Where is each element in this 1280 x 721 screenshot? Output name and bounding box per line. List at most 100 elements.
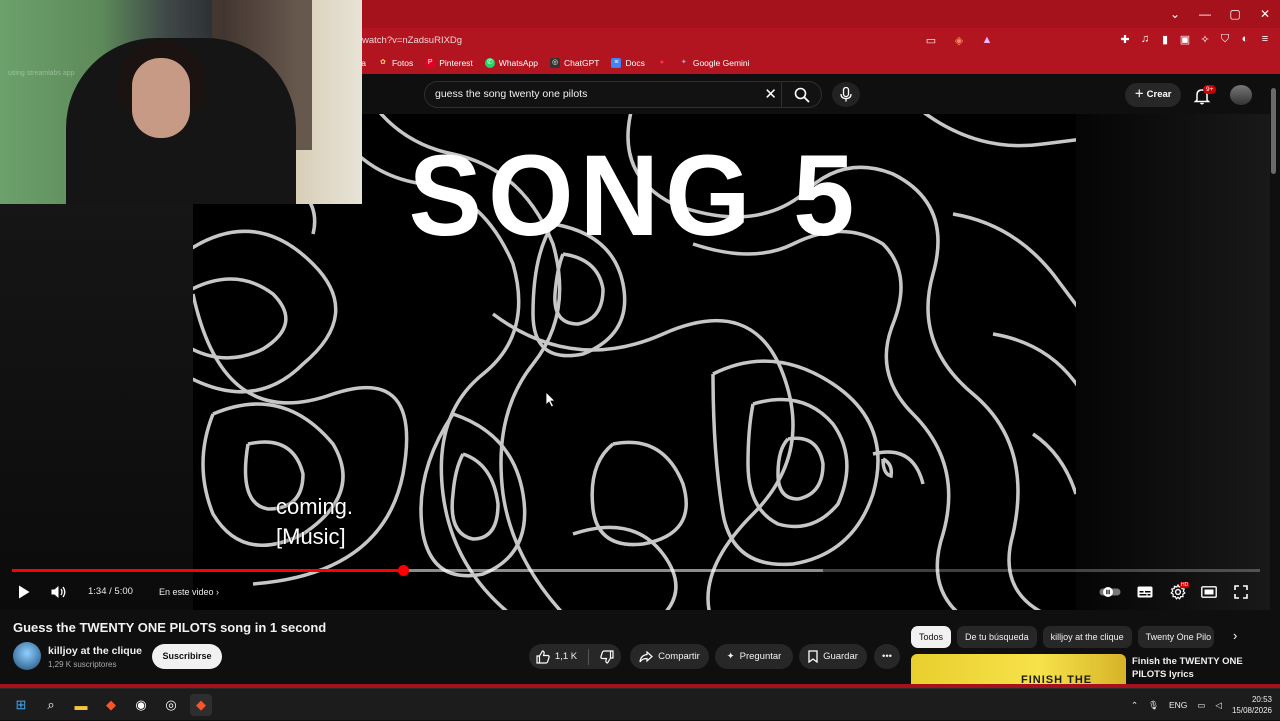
ask-label: Preguntar xyxy=(739,651,782,662)
bookmark-label: WhatsApp xyxy=(498,58,539,68)
maximize-button[interactable]: ▢ xyxy=(1220,0,1250,28)
bookmark-icon xyxy=(808,650,818,663)
tab-search-button[interactable]: ⌄ xyxy=(1160,0,1190,28)
sidebar-icon[interactable]: ▮ xyxy=(1158,31,1172,47)
speaker-icon[interactable]: ◁ xyxy=(1215,700,1222,711)
share-button[interactable]: Compartir xyxy=(630,644,709,669)
search-input[interactable]: guess the song twenty one pilots xyxy=(435,82,587,107)
bookmark-gemini[interactable]: ✦ Google Gemini xyxy=(679,55,750,71)
chip-channel[interactable]: killjoy at the clique xyxy=(1042,626,1132,648)
obs-icon[interactable]: ◎ xyxy=(160,694,182,716)
create-button[interactable]: ＋ Crear xyxy=(1125,83,1181,107)
minimize-button[interactable]: — xyxy=(1190,0,1220,28)
brave-shields-icon[interactable]: ◈ xyxy=(950,32,968,48)
subtitles-button[interactable] xyxy=(1135,582,1155,602)
voice-search-button[interactable] xyxy=(832,82,860,107)
extensions-icon[interactable]: ✚ xyxy=(1118,31,1132,47)
chevron-up-icon[interactable]: ⌃ xyxy=(1131,700,1138,711)
chevron-right-icon[interactable]: › xyxy=(1233,628,1237,643)
close-button[interactable]: ✕ xyxy=(1250,0,1280,28)
channel-avatar[interactable] xyxy=(13,642,41,670)
recommended-video-title[interactable]: Finish the TWENTY ONE PILOTS lyrics xyxy=(1132,655,1262,681)
thumbs-down-icon[interactable] xyxy=(600,649,614,664)
extension-toolbar: ✚ ♫ ▮ ▣ ✧ ⛉ ◐ ≡ xyxy=(1118,31,1272,47)
wallet-icon[interactable]: ▣ xyxy=(1178,31,1192,47)
theater-mode-button[interactable] xyxy=(1199,582,1219,602)
docs-icon: ≡ xyxy=(611,58,622,68)
window-controls: ⌄ — ▢ ✕ xyxy=(1160,0,1280,28)
brave-browser-active-icon[interactable]: ◆ xyxy=(190,694,212,716)
subscriber-count: 1,29 K suscriptores xyxy=(48,660,117,669)
subscribe-button[interactable]: Suscribirse xyxy=(152,644,222,669)
microphone-icon[interactable]: 🎙︎ xyxy=(1148,700,1159,711)
bookmark-chatgpt[interactable]: ◎ ChatGPT xyxy=(550,55,599,71)
settings-button[interactable]: HD xyxy=(1167,582,1190,602)
like-button[interactable]: 1,1 K xyxy=(536,649,577,664)
bookmark-label: Fotos xyxy=(391,58,414,68)
search-icon xyxy=(794,87,810,103)
cast-icon[interactable]: ▭ xyxy=(922,32,940,48)
bookmark-unnamed[interactable]: ● xyxy=(657,55,667,71)
menu-icon[interactable]: ≡ xyxy=(1258,31,1272,47)
play-icon xyxy=(19,585,30,599)
bookmark-pinterest[interactable]: P Pinterest xyxy=(425,55,473,71)
progress-played xyxy=(12,569,403,572)
network-icon[interactable]: ▭ xyxy=(1197,700,1205,711)
create-label: Crear xyxy=(1146,89,1172,100)
chip-from-search[interactable]: De tu búsqueda xyxy=(957,626,1037,648)
windows-start-icon[interactable]: ⊞ xyxy=(10,694,32,716)
search-box[interactable]: guess the song twenty one pilots ✕ xyxy=(424,81,822,108)
bookmark-label: Pinterest xyxy=(439,58,473,68)
chip-artist[interactable]: Twenty One Pilo xyxy=(1137,626,1214,648)
fullscreen-button[interactable] xyxy=(1231,582,1251,602)
channel-name[interactable]: killjoy at the clique xyxy=(48,645,142,657)
bookmark-docs[interactable]: ≡ Docs xyxy=(611,55,645,71)
play-button[interactable] xyxy=(14,582,34,602)
webcam-person-face xyxy=(132,58,190,138)
music-icon[interactable]: ♫ xyxy=(1138,31,1152,47)
bookmark-fotos[interactable]: ✿ Fotos xyxy=(378,55,413,71)
system-clock[interactable]: 20:53 15/08/2026 xyxy=(1232,694,1272,716)
video-title: Guess the TWENTY ONE PILOTS song in 1 se… xyxy=(13,620,327,635)
url-field[interactable]: watch?v=nZadsuRIXDg xyxy=(362,32,1002,49)
video-progress-bar[interactable] xyxy=(12,565,1260,576)
sparkle-icon: ✦ xyxy=(726,651,735,662)
chapter-label: En este video xyxy=(159,587,214,597)
recommended-video-thumbnail[interactable]: FINISH THE xyxy=(911,654,1126,688)
bookmark-whatsapp[interactable]: ✆ WhatsApp xyxy=(484,55,539,71)
mute-button[interactable] xyxy=(49,582,69,602)
brave-browser-icon[interactable]: ◆ xyxy=(100,694,122,716)
shield-icon[interactable]: ⛉ xyxy=(1218,31,1232,47)
chapter-button[interactable]: En este video › xyxy=(159,582,219,602)
red-dot-icon: ● xyxy=(659,59,664,66)
progress-scrubber-handle[interactable] xyxy=(397,565,409,576)
webcam-overlay: using streamlabs app xyxy=(0,0,362,204)
account-avatar[interactable] xyxy=(1230,85,1252,105)
system-tray: ⌃ 🎙︎ ENG ▭ ◁ 20:53 15/08/2026 xyxy=(1131,689,1272,721)
save-button[interactable]: Guardar xyxy=(799,644,867,669)
ask-button[interactable]: ✦ Preguntar xyxy=(715,644,793,669)
file-explorer-icon[interactable]: ▬ xyxy=(70,694,92,716)
video-info-section: Guess the TWENTY ONE PILOTS song in 1 se… xyxy=(0,610,1280,688)
subtitles-icon xyxy=(1137,586,1153,598)
fotos-icon: ✿ xyxy=(380,59,386,66)
vpn-icon[interactable]: ◐ xyxy=(1238,31,1252,47)
microphone-icon xyxy=(840,87,852,102)
brave-rewards-icon[interactable]: ▲ xyxy=(978,32,996,48)
autoplay-toggle[interactable] xyxy=(1099,582,1121,602)
fullscreen-icon xyxy=(1234,585,1248,599)
caption-line: [Music] xyxy=(276,524,346,549)
search-button[interactable] xyxy=(781,81,821,108)
mouse-cursor-icon xyxy=(546,392,556,408)
more-actions-button[interactable]: ••• xyxy=(874,644,900,669)
app-icon[interactable]: ◉ xyxy=(130,694,152,716)
plus-icon: ＋ xyxy=(1134,89,1147,100)
clear-search-icon[interactable]: ✕ xyxy=(764,82,777,107)
leo-ai-icon[interactable]: ✧ xyxy=(1198,31,1212,47)
webcam-watermark: using streamlabs app xyxy=(8,70,75,77)
language-indicator[interactable]: ENG xyxy=(1169,700,1187,710)
search-icon[interactable]: ⌕ xyxy=(40,694,62,716)
address-bar-icons: ▭ ◈ ▲ xyxy=(922,32,996,48)
scrollbar-thumb[interactable] xyxy=(1271,88,1276,174)
chip-todos[interactable]: Todos xyxy=(911,626,952,648)
